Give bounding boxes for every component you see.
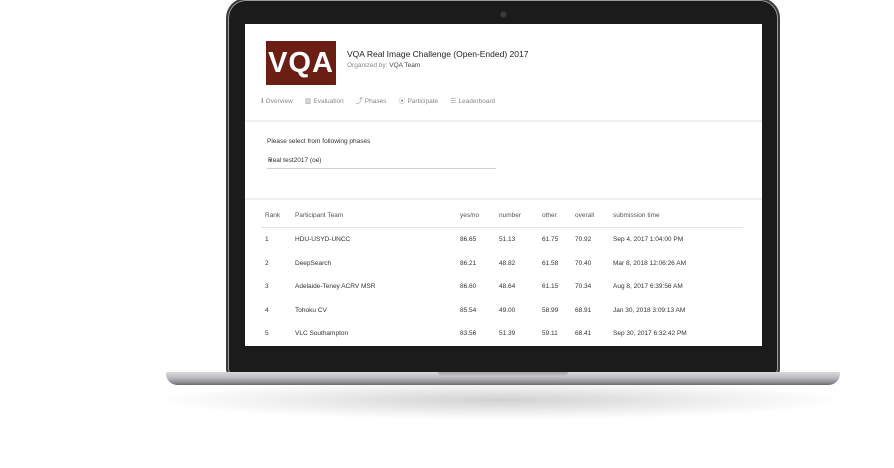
rank-cell: 2 (265, 259, 269, 267)
bar-chart-icon: ▥ (304, 98, 312, 105)
tab-label: Overview (265, 97, 293, 105)
overall-cell: 70.40 (575, 259, 592, 267)
info-icon: ℹ (261, 98, 264, 105)
other-cell: 58.99 (542, 306, 559, 314)
table-row: 4 Tohoku CV 85.54 49.00 58.99 68.91 Jan … (261, 299, 743, 323)
overall-cell: 70.34 (575, 283, 592, 291)
challenge-logo: VQA (266, 41, 336, 85)
rank-cell: 1 (265, 236, 269, 244)
column-header-rank[interactable]: Rank (261, 204, 291, 228)
submission-time-cell: Sep 4, 2017 1:04:00 PM (613, 236, 684, 244)
other-cell: 61.58 (542, 259, 559, 267)
number-cell: 51.39 (499, 330, 516, 338)
column-header-overall[interactable]: overall (571, 204, 609, 228)
rank-cell: 4 (265, 306, 269, 314)
number-cell: 49.00 (499, 306, 516, 314)
laptop-shadow (150, 380, 850, 420)
challenge-tabs: ℹ Overview ▥ Evaluation ⤴ Phases ⦿ Parti… (261, 96, 507, 106)
laptop-lid: VQA VQA Real Image Challenge (Open-Ended… (228, 0, 778, 375)
submission-time-cell: Mar 8, 2018 12:06:26 AM (613, 259, 686, 267)
team-cell: Adelaide-Teney ACRV MSR (295, 283, 376, 291)
column-header-submission-time[interactable]: submission time (609, 204, 743, 228)
tab-phases[interactable]: ⤴ Phases (356, 96, 387, 106)
overall-cell: 70.92 (575, 236, 592, 244)
other-cell: 59.11 (542, 330, 558, 338)
tab-evaluation[interactable]: ▥ Evaluation (305, 96, 344, 106)
challenge-header: VQA VQA Real Image Challenge (Open-Ended… (245, 24, 762, 120)
column-header-team[interactable]: Participant Team (291, 204, 456, 228)
other-cell: 61.15 (542, 283, 559, 291)
column-header-yes-no[interactable]: yes/no (456, 204, 495, 228)
table-row: 5 VLC Southampton 83.56 51.39 59.11 68.4… (261, 322, 743, 346)
table-row: 3 Adelaide-Teney ACRV MSR 86.60 48.64 61… (261, 275, 743, 299)
submission-time-cell: Sep 30, 2017 6:32:42 PM (613, 330, 687, 338)
team-cell: Tohoku CV (295, 306, 327, 314)
chevron-down-icon: ▼ (268, 158, 273, 164)
participate-icon: ⦿ (398, 98, 406, 105)
tab-overview[interactable]: ℹ Overview (261, 96, 293, 106)
column-header-number[interactable]: number (495, 204, 538, 228)
phase-select[interactable]: Real test2017 (oe) ▼ (267, 154, 496, 169)
yes-no-cell: 86.60 (460, 283, 477, 291)
number-cell: 51.13 (499, 236, 516, 244)
submission-time-cell: Aug 8, 2017 6:39:56 AM (613, 283, 683, 291)
table-row: 1 HDU-USYD-UNCC 86.65 51.13 61.75 70.92 … (261, 228, 743, 252)
yes-no-cell: 86.21 (460, 259, 477, 267)
number-cell: 48.64 (499, 283, 516, 291)
tab-label: Participate (407, 97, 439, 105)
phase-selector-section: Please select from following phases Real… (245, 122, 762, 198)
team-cell: HDU-USYD-UNCC (295, 236, 351, 244)
challenge-title: VQA Real Image Challenge (Open-Ended) 20… (347, 49, 529, 59)
phases-icon: ⤴ (355, 98, 363, 105)
number-cell: 48.82 (499, 259, 516, 267)
organizer-line: Organized by: VQA Team (347, 62, 420, 69)
yes-no-cell: 86.65 (460, 236, 477, 244)
rank-cell: 5 (265, 330, 269, 338)
table-row: 2 DeepSearch 86.21 48.82 61.58 70.40 Mar… (261, 252, 743, 276)
leaderboard-header-row: Rank Participant Team yes/no number othe… (261, 204, 743, 228)
tab-label: Leaderboard (458, 97, 496, 105)
overall-cell: 68.91 (575, 306, 592, 314)
overall-cell: 68.41 (575, 330, 592, 338)
other-cell: 61.75 (542, 236, 559, 244)
list-icon: ☰ (450, 98, 457, 105)
yes-no-cell: 85.54 (460, 306, 477, 314)
laptop-opening-notch (438, 372, 568, 377)
rank-cell: 3 (265, 283, 269, 291)
leaderboard-table: Rank Participant Team yes/no number othe… (261, 204, 743, 346)
tab-leaderboard[interactable]: ☰ Leaderboard (450, 96, 495, 106)
laptop-screen: VQA VQA Real Image Challenge (Open-Ended… (245, 24, 762, 346)
organizer-name[interactable]: VQA Team (389, 62, 420, 69)
tab-label: Phases (364, 97, 387, 105)
tab-participate[interactable]: ⦿ Participate (398, 96, 438, 106)
submission-time-cell: Jan 30, 2018 3:09:13 AM (613, 306, 686, 314)
yes-no-cell: 83.56 (460, 330, 477, 338)
organizer-prefix: Organized by: (347, 62, 388, 69)
webcam-icon (501, 12, 506, 17)
phase-select-label: Please select from following phases (267, 138, 371, 145)
section-divider (245, 198, 762, 200)
column-header-other[interactable]: other (538, 204, 571, 228)
tab-label: Evaluation (313, 97, 344, 105)
team-cell: VLC Southampton (295, 330, 349, 338)
team-cell: DeepSearch (295, 259, 332, 267)
